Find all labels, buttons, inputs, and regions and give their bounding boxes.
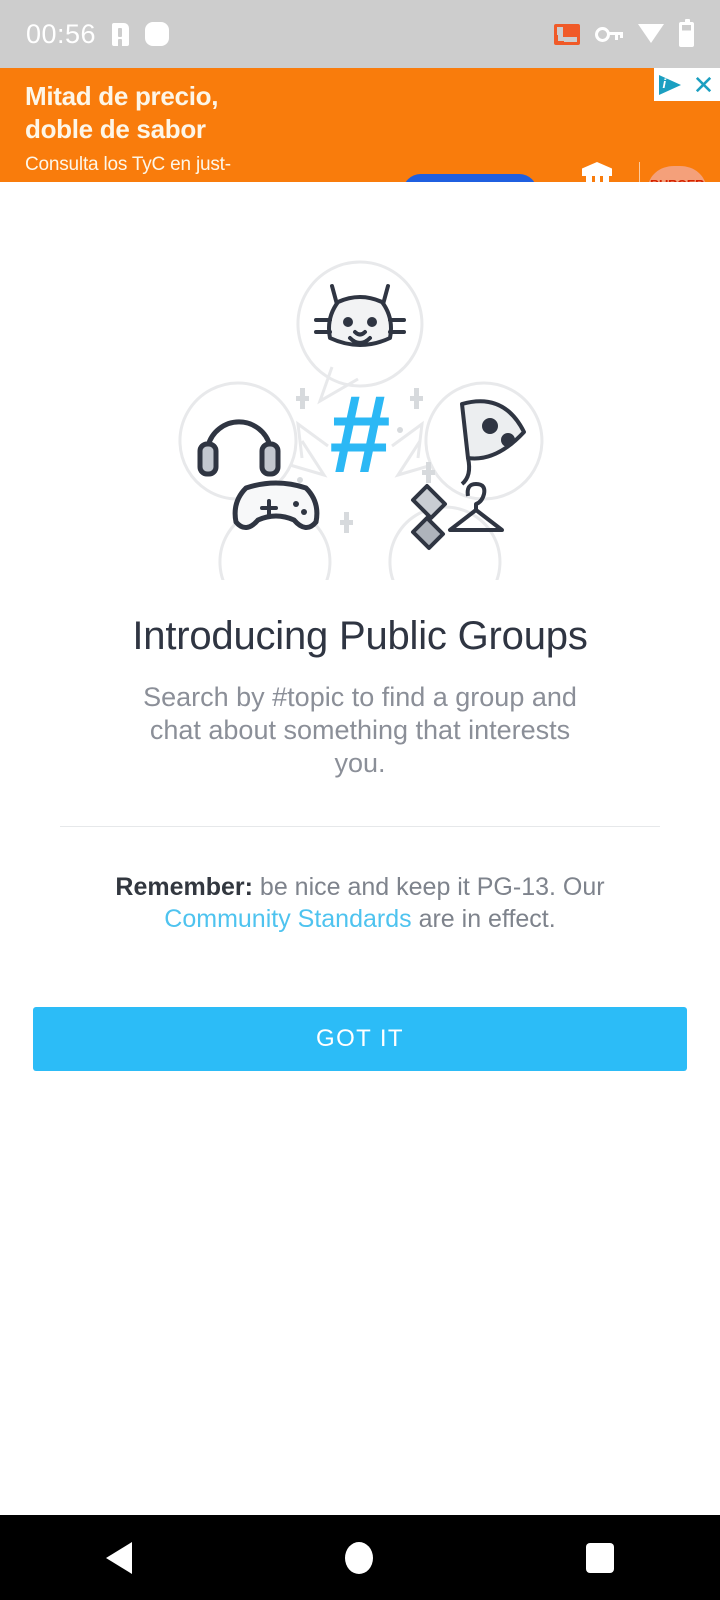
page-title: Introducing Public Groups (132, 614, 588, 658)
section-divider (60, 826, 660, 827)
ad-disclaimer-line-1: Consulta los TyC en just- (25, 154, 231, 175)
page-subtitle: Search by #topic to find a group and cha… (143, 682, 577, 778)
adchoices-icon[interactable] (654, 68, 687, 101)
ad-brand-divider (639, 162, 640, 182)
main-content: # Introducing Public Groups Search by #t… (0, 182, 720, 1071)
status-bar: 00:56 (0, 0, 720, 68)
cast-icon (554, 23, 580, 45)
battery-icon (679, 18, 694, 47)
status-clock: 00:56 (26, 18, 97, 49)
hashtag-symbol: # (329, 373, 390, 496)
remember-label: Remember: (115, 873, 253, 901)
ad-headline-line-2: doble de sabor (25, 114, 206, 144)
notification-dot-icon (145, 22, 170, 46)
public-groups-illustration: # (0, 250, 720, 590)
status-bar-left: 00:56 (26, 18, 170, 50)
ad-banner[interactable]: Mitad de precio, doble de sabor Consulta… (0, 68, 720, 182)
ad-copy: Mitad de precio, doble de sabor Consulta… (25, 80, 425, 182)
illustration-svg: # (178, 260, 544, 580)
recents-button-icon[interactable] (585, 1542, 614, 1573)
android-navigation-bar (0, 1515, 720, 1600)
ad-choices-controls[interactable]: ✕ (654, 68, 720, 101)
just-eat-mark-icon (574, 162, 620, 182)
status-bar-right (554, 18, 694, 47)
wifi-icon (638, 24, 664, 44)
ad-headline-line-1: Mitad de precio, (25, 81, 219, 111)
burger-king-logo: BURGER KING (648, 166, 706, 182)
sdcard-warning-icon (112, 22, 130, 46)
vpn-key-icon (595, 26, 623, 43)
remember-text-before: be nice and keep it PG-13. Our (252, 873, 605, 901)
community-standards-link[interactable]: Community Standards (164, 905, 411, 933)
remember-text-after: are in effect. (411, 905, 556, 933)
ad-close-icon[interactable]: ✕ (687, 68, 720, 101)
got-it-button[interactable]: GOT IT (33, 1007, 687, 1071)
ad-cta-button[interactable]: Descubre más (403, 174, 537, 182)
home-button-icon[interactable] (344, 1541, 373, 1574)
remember-notice: Remember: be nice and keep it PG-13. Our… (80, 871, 640, 935)
just-eat-logo: JUST EAT (562, 162, 632, 182)
app-screen: 00:56 Mitad de precio, doble de sabor Co… (0, 0, 720, 1600)
back-button-icon[interactable] (106, 1541, 133, 1574)
